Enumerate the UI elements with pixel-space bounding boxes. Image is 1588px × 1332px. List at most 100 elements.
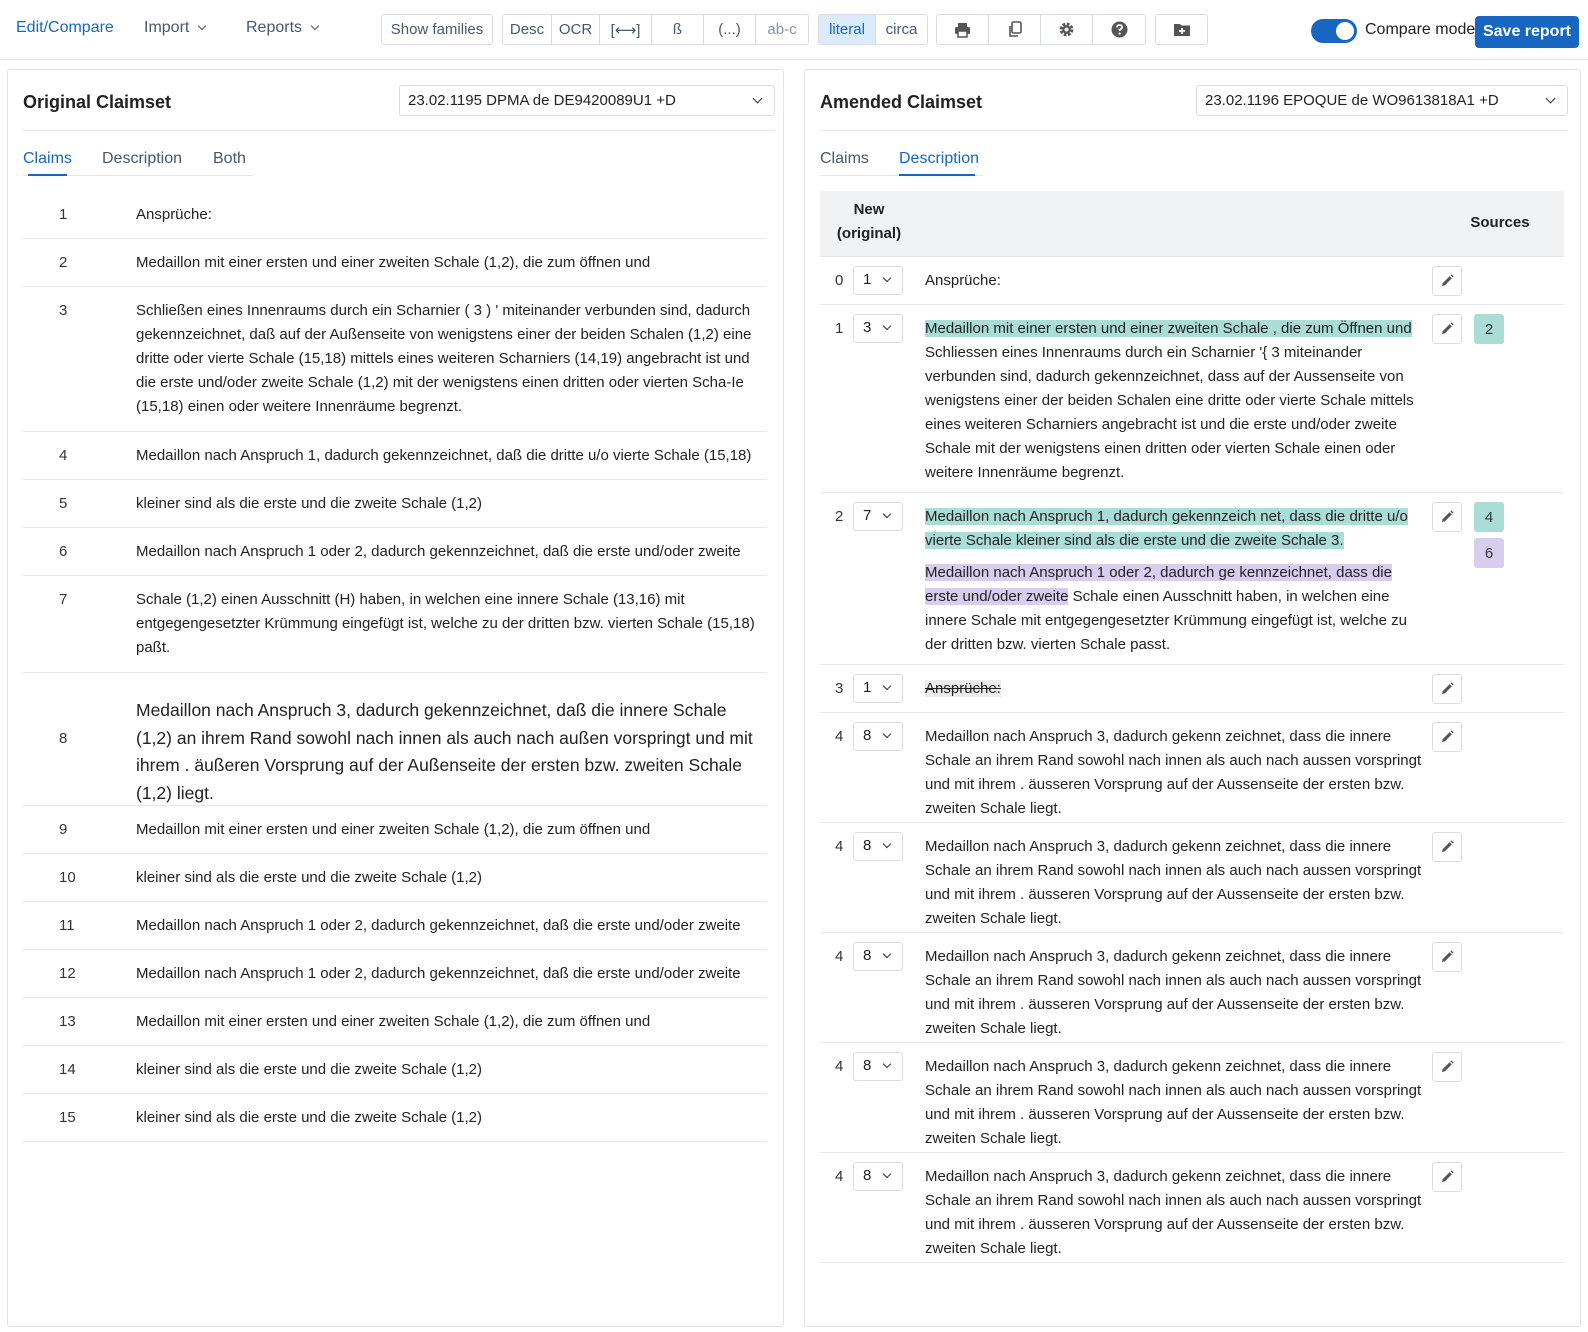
circa-button[interactable]: circa	[875, 14, 928, 45]
nav-reports[interactable]: Reports	[246, 19, 320, 37]
source-badge[interactable]: 2	[1474, 314, 1504, 344]
select-value: 8	[863, 947, 872, 964]
edit-button[interactable]	[1432, 832, 1462, 862]
select-value: 8	[863, 837, 872, 854]
claim-number: 3	[59, 302, 68, 319]
tab-claims[interactable]: Claims	[820, 150, 869, 168]
pencil-icon	[1442, 274, 1454, 286]
select-value: 8	[863, 1167, 872, 1184]
literal-button[interactable]: literal	[818, 14, 876, 45]
claim-row[interactable]: 12 Medaillon nach Anspruch 1 oder 2, dadu…	[23, 950, 767, 998]
claim-row[interactable]: 6 Medaillon nach Anspruch 1 oder 2, dadur…	[23, 528, 767, 576]
row-index: 4	[835, 1058, 844, 1075]
row-index: 4	[835, 1168, 844, 1185]
ocr-button[interactable]: OCR	[551, 14, 600, 45]
chevron-down-icon	[882, 1059, 892, 1069]
column-header-new-original: New (original)	[820, 198, 918, 246]
pencil-icon	[1442, 730, 1454, 742]
claim-row[interactable]: 11 Medaillon nach Anspruch 1 oder 2, dadu…	[23, 902, 767, 950]
settings-button[interactable]	[1040, 14, 1093, 45]
claim-row[interactable]: 14 kleiner sind als die erste und die zwe…	[23, 1046, 767, 1094]
save-report-button[interactable]: Save report	[1475, 16, 1579, 48]
original-source-select[interactable]: 23.02.1195 DPMA de DE9420089U1 +D	[399, 85, 775, 116]
pencil-icon	[1442, 510, 1454, 522]
chevron-down-icon	[752, 93, 763, 104]
edit-button[interactable]	[1432, 942, 1462, 972]
source-badge[interactable]: 6	[1474, 538, 1504, 568]
original-number-select[interactable]: 1	[853, 674, 903, 703]
pencil-icon	[1442, 1170, 1454, 1182]
original-number-select[interactable]: 8	[853, 722, 903, 751]
eszett-button[interactable]: ß	[651, 14, 704, 45]
claim-number: 9	[59, 821, 68, 838]
ellipsis-button[interactable]: (...)	[703, 14, 756, 45]
copy-icon	[1008, 21, 1022, 37]
select-value: 8	[863, 727, 872, 744]
nav-import[interactable]: Import	[144, 19, 207, 37]
select-value: 1	[863, 679, 872, 696]
claim-row[interactable]: 10 kleiner sind als die erste und die zwe…	[23, 854, 767, 902]
show-families-button[interactable]: Show families	[381, 14, 493, 45]
tab-description[interactable]: Description	[102, 150, 182, 168]
original-number-select[interactable]: 8	[853, 942, 903, 971]
help-icon	[1111, 21, 1127, 38]
chevron-down-icon	[1545, 93, 1556, 104]
row-text: Medaillon nach Anspruch 3, dadurch geken…	[925, 728, 1422, 817]
nav-edit-compare[interactable]: Edit/Compare	[16, 19, 114, 37]
header-new: New	[853, 201, 885, 218]
amended-claimset-panel: Amended Claimset 23.02.1196 EPOQUE de WO…	[804, 69, 1581, 1327]
original-number-select[interactable]: 8	[853, 1052, 903, 1081]
claim-text: Medaillon nach Anspruch 1 oder 2, dadurc…	[136, 917, 741, 934]
hyphen-button[interactable]: ab-c	[755, 14, 809, 45]
tab-both[interactable]: Both	[213, 150, 246, 168]
original-number-select[interactable]: 8	[853, 1162, 903, 1191]
chevron-down-icon	[882, 839, 892, 849]
desc-button[interactable]: Desc	[502, 14, 552, 45]
claim-row[interactable]: 8 Medaillon nach Anspruch 3, dadurch geke…	[23, 673, 767, 806]
edit-button[interactable]	[1432, 502, 1462, 532]
claim-row[interactable]: 15 kleiner sind als die erste und die zwe…	[23, 1094, 767, 1142]
original-claimset-panel: Original Claimset 23.02.1195 DPMA de DE9…	[7, 69, 784, 1327]
tab-claims[interactable]: Claims	[23, 150, 72, 168]
original-number-select[interactable]: 8	[853, 832, 903, 861]
print-button[interactable]	[936, 14, 989, 45]
tab-description[interactable]: Description	[899, 150, 979, 168]
edit-button[interactable]	[1432, 266, 1462, 296]
edit-button[interactable]	[1432, 722, 1462, 752]
divider	[820, 130, 1568, 131]
claim-text: Schließen eines Innenraums durch ein Sch…	[136, 302, 752, 415]
edit-button[interactable]	[1432, 1052, 1462, 1082]
source-badge[interactable]: 4	[1474, 502, 1504, 532]
claim-row[interactable]: 2 Medaillon mit einer ersten und einer zw…	[23, 239, 767, 287]
claim-number: 12	[59, 965, 76, 982]
edit-button[interactable]	[1432, 674, 1462, 704]
amended-source-select[interactable]: 23.02.1196 EPOQUE de WO9613818A1 +D	[1196, 85, 1568, 116]
compare-mode-toggle[interactable]	[1311, 19, 1357, 43]
edit-button[interactable]	[1432, 314, 1462, 344]
claim-row[interactable]: 5 kleiner sind als die erste und die zwei…	[23, 480, 767, 528]
claim-number: 11	[59, 917, 75, 934]
claim-row[interactable]: 4 Medaillon nach Anspruch 1, dadurch geke…	[23, 432, 767, 480]
claim-number: 10	[59, 869, 76, 886]
help-button[interactable]	[1092, 14, 1146, 45]
claim-text: kleiner sind als die erste und die zweit…	[136, 495, 483, 512]
claim-row[interactable]: 7 Schale (1,2) einen Ausschnitt (H) haben…	[23, 576, 767, 673]
copy-button[interactable]	[988, 14, 1041, 45]
add-folder-button[interactable]	[1155, 14, 1208, 45]
claim-row[interactable]: 9 Medaillon mit einer ersten und einer zw…	[23, 806, 767, 854]
bracket-arrows-button[interactable]: [⟷]	[599, 14, 652, 45]
gear-icon	[1059, 22, 1074, 37]
row-text: Medaillon nach Anspruch 3, dadurch geken…	[925, 838, 1422, 927]
original-number-select[interactable]: 1	[853, 266, 903, 295]
matched-text-highlight: Medaillon mit einer ersten und einer zwe…	[925, 320, 1412, 337]
select-value: 8	[863, 1057, 872, 1074]
table-row: 1 3 Medaillon mit einer ersten und einer…	[820, 305, 1564, 493]
claim-row[interactable]: 13 Medaillon mit einer ersten und einer z…	[23, 998, 767, 1046]
claim-row[interactable]: 1 Ansprüche:	[23, 191, 767, 239]
edit-button[interactable]	[1432, 1162, 1462, 1192]
row-index: 4	[835, 838, 844, 855]
original-number-select[interactable]: 7	[853, 502, 903, 531]
original-number-select[interactable]: 3	[853, 314, 903, 343]
table-row: 3 1 Ansprüche:	[820, 665, 1564, 713]
claim-row[interactable]: 3 Schließen eines Innenraums durch ein Sc…	[23, 287, 767, 432]
